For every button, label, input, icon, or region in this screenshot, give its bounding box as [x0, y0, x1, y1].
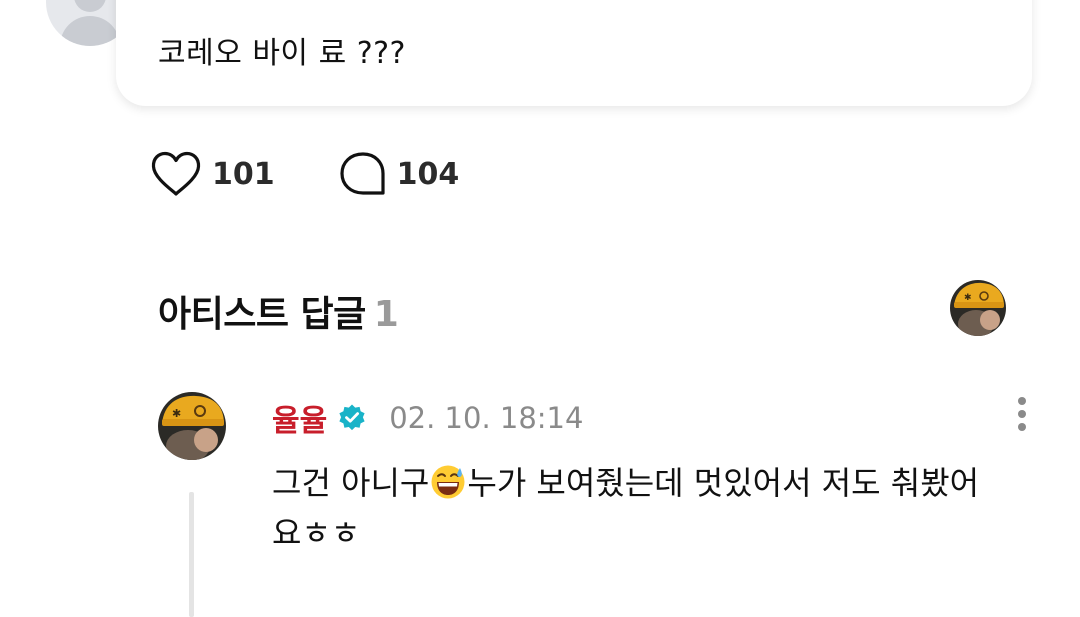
artist-replies-count: 1 [373, 294, 399, 335]
reply-text: 그건 아니구 누가 보여줬는데 멋있어서 저도 춰봤어요ㅎㅎ [272, 458, 992, 558]
svg-text:✱: ✱ [172, 407, 181, 420]
speech-bubble-icon [340, 152, 385, 195]
artist-photo: ✱ [950, 280, 1006, 336]
heart-icon [151, 151, 201, 196]
comment-button[interactable]: 104 [339, 151, 460, 197]
more-options-button[interactable] [1008, 396, 1036, 436]
comment-card: 코레오 바이 료 ??? [116, 0, 1032, 106]
reply-author-name[interactable]: 율율 [272, 396, 327, 440]
more-vertical-icon [1018, 397, 1026, 431]
like-count: 101 [212, 156, 275, 192]
artist-replies-label: 아티스트 답글 [158, 294, 366, 335]
grinning-face-with-sweat-emoji [431, 465, 465, 499]
reply-text-part-1: 그건 아니구 [272, 464, 430, 502]
reply-header: 율율 02. 10. 18:14 [272, 396, 584, 440]
artist-replies-title: 아티스트 답글 1 [158, 285, 399, 337]
thread-line [189, 492, 194, 617]
svg-text:✱: ✱ [964, 293, 972, 303]
verified-badge-icon [339, 404, 365, 431]
comment-count: 104 [396, 156, 460, 192]
artist-photo: ✱ [158, 392, 226, 460]
artist-avatar[interactable]: ✱ [158, 392, 226, 460]
reactions-bar: 101 104 [150, 150, 523, 198]
comment-text: 코레오 바이 료 ??? [158, 36, 406, 71]
like-button[interactable]: 101 [150, 151, 275, 197]
artist-avatar-small[interactable]: ✱ [950, 280, 1006, 336]
reply-timestamp: 02. 10. 18:14 [389, 401, 584, 435]
